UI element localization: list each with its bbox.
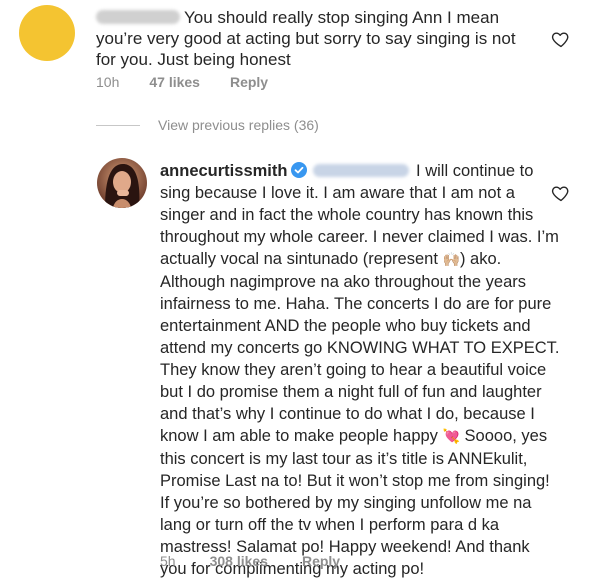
- view-replies-label[interactable]: View previous replies (36): [158, 117, 319, 133]
- comment-time: 10h: [96, 74, 120, 90]
- reply-avatar[interactable]: [97, 158, 147, 208]
- comment-meta: 10h 47 likes Reply: [96, 74, 268, 90]
- commenter-avatar[interactable]: [19, 5, 75, 61]
- reply-time: 5h: [160, 553, 176, 569]
- heart-arrow-icon: 💘: [442, 429, 460, 445]
- reply-button[interactable]: Reply: [302, 553, 340, 569]
- like-heart-icon[interactable]: [551, 29, 571, 49]
- reply-body-2: ) ako. Although nagimprove na ako throug…: [160, 250, 560, 445]
- blurred-username[interactable]: [96, 10, 180, 24]
- like-heart-icon[interactable]: [551, 183, 571, 203]
- reply-button[interactable]: Reply: [230, 74, 268, 90]
- reply-text: annecurtissmith I will continue to sing …: [160, 160, 560, 580]
- raised-hands-icon: 🙌🏼: [442, 252, 460, 268]
- blurred-mention[interactable]: [313, 164, 410, 177]
- view-previous-replies[interactable]: View previous replies (36): [96, 117, 319, 133]
- reply-meta: 5h 308 likes Reply: [160, 553, 340, 569]
- likes-count[interactable]: 308 likes: [210, 553, 268, 569]
- likes-count[interactable]: 47 likes: [149, 74, 200, 90]
- comment-text: You should really stop singing Ann I mea…: [96, 7, 536, 70]
- divider-line: [96, 124, 140, 126]
- reply-username[interactable]: annecurtissmith: [160, 162, 287, 180]
- verified-badge-icon: [291, 162, 308, 178]
- profile-photo-icon: [97, 158, 147, 208]
